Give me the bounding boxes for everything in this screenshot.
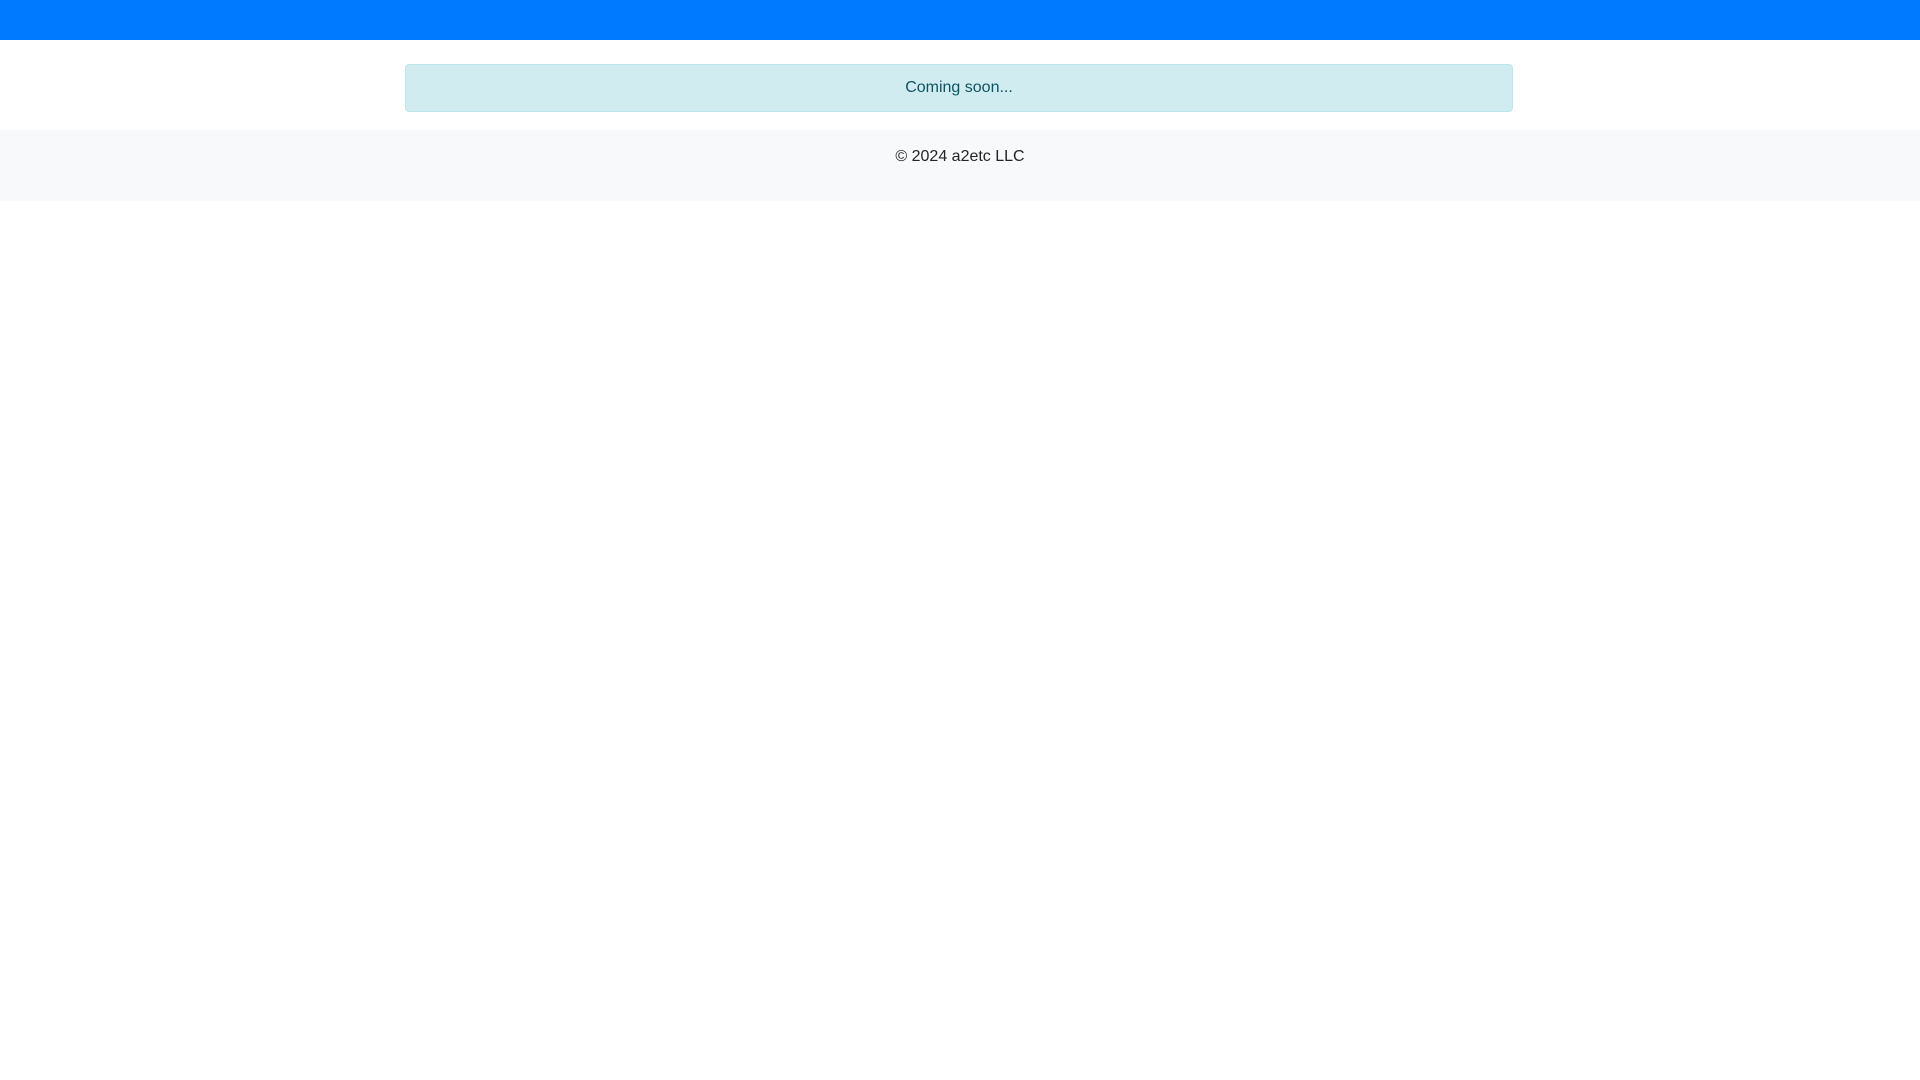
info-alert: Coming soon... bbox=[405, 64, 1513, 112]
page-footer: © 2024 a2etc LLC bbox=[0, 130, 1920, 201]
top-navbar bbox=[0, 0, 1920, 40]
main-content: Coming soon... bbox=[0, 40, 1920, 130]
footer-copyright: © 2024 a2etc LLC bbox=[895, 148, 1025, 165]
alert-message: Coming soon... bbox=[905, 79, 1013, 96]
